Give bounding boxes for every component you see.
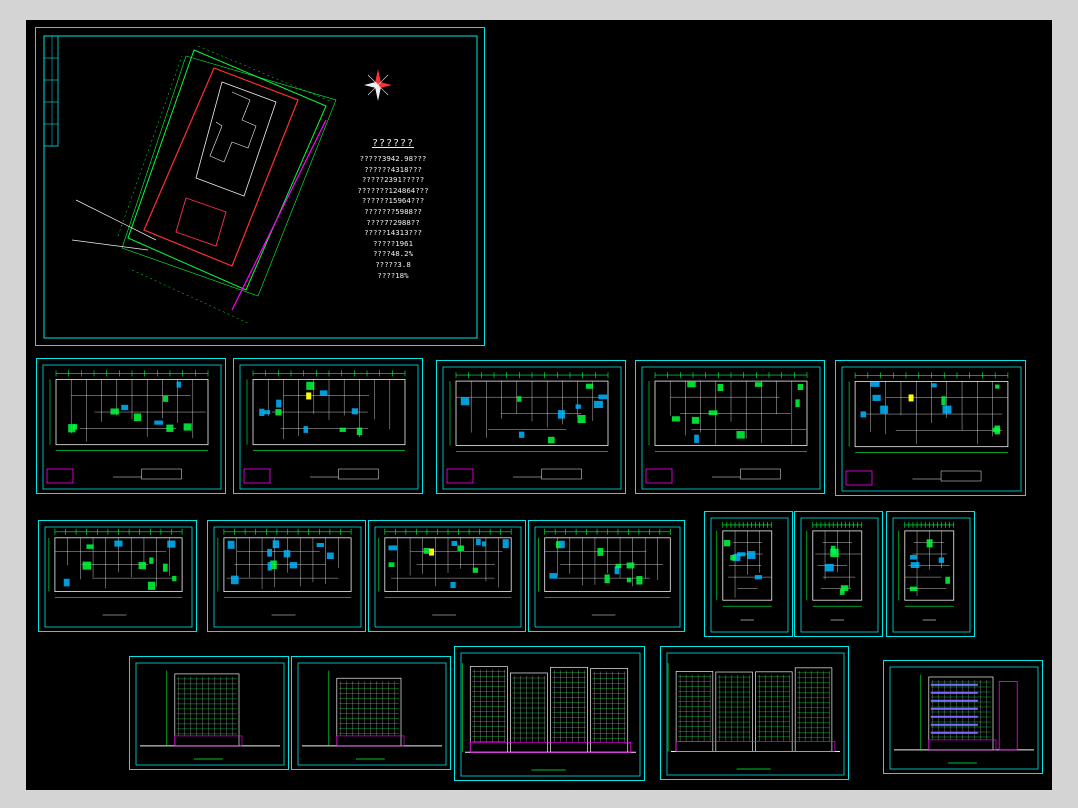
site-note-11: ?????3.8 xyxy=(375,259,411,269)
sheet-drawing xyxy=(442,366,622,490)
sheet-floor-plan-2[interactable] xyxy=(233,358,423,494)
site-note-2: ??????4318??? xyxy=(364,164,422,174)
sheet-unit-plan-3[interactable] xyxy=(886,511,975,637)
sheet-drawing xyxy=(534,526,681,628)
north-arrow-icon xyxy=(364,69,392,101)
cad-drawing-canvas[interactable]: ?????? ?????3942.98??? ??????4318??? ???… xyxy=(26,20,1052,790)
site-note-8: ?????14313??? xyxy=(364,228,422,238)
site-note-5: ??????15964??? xyxy=(361,196,425,206)
sheet-elevation-1[interactable] xyxy=(129,656,289,770)
sheet-drawing xyxy=(44,526,193,628)
sheet-floor-plan-1[interactable] xyxy=(36,358,226,494)
sheet-unit-plan-2[interactable] xyxy=(794,511,883,637)
sheet-drawing xyxy=(892,517,971,633)
sheet-drawing xyxy=(239,364,419,490)
site-note-10: ????48.2% xyxy=(372,249,414,259)
sheet-typical-plan-2[interactable] xyxy=(207,520,366,632)
sheet-drawing xyxy=(213,526,362,628)
sheet-drawing xyxy=(889,666,1039,770)
site-note-4: ???????124864??? xyxy=(357,185,429,195)
site-note-9: ?????1961 xyxy=(372,238,414,248)
sheet-drawing xyxy=(710,517,789,633)
sheet-floor-plan-4[interactable] xyxy=(635,360,825,494)
site-note-12: ????18% xyxy=(377,270,409,280)
sheet-drawing xyxy=(135,662,285,766)
site-notes-title: ?????? xyxy=(371,138,415,149)
sheet-drawing xyxy=(374,526,522,628)
sheet-typical-plan-3[interactable] xyxy=(368,520,526,632)
site-note-7: ????7?2988?? xyxy=(366,217,420,227)
sheet-drawing xyxy=(297,662,447,766)
sheet-floor-plan-3[interactable] xyxy=(436,360,626,494)
sheet-elevation-3[interactable] xyxy=(454,646,645,781)
sheet-drawing xyxy=(460,652,641,777)
sheet-drawing xyxy=(841,366,1022,492)
sheet-drawing xyxy=(641,366,821,490)
sheet-elevation-2[interactable] xyxy=(291,656,451,770)
sheet-unit-plan-1[interactable] xyxy=(704,511,793,637)
sheet-floor-plan-5[interactable] xyxy=(835,360,1026,496)
site-note-6: ???????5988?? xyxy=(364,206,422,216)
site-note-3: ?????2391????? xyxy=(361,175,425,185)
sheet-drawing xyxy=(800,517,879,633)
sheet-drawing xyxy=(42,364,222,490)
sheet-section-1[interactable] xyxy=(883,660,1043,774)
site-note-1: ?????3942.98??? xyxy=(359,154,427,163)
sheet-typical-plan-4[interactable] xyxy=(528,520,685,632)
sheet-typical-plan-1[interactable] xyxy=(38,520,197,632)
site-notes: ?????? ?????3942.98??? ??????4318??? ???… xyxy=(338,138,448,281)
sheet-elevation-4[interactable] xyxy=(660,646,849,780)
sheet-drawing xyxy=(666,652,845,776)
